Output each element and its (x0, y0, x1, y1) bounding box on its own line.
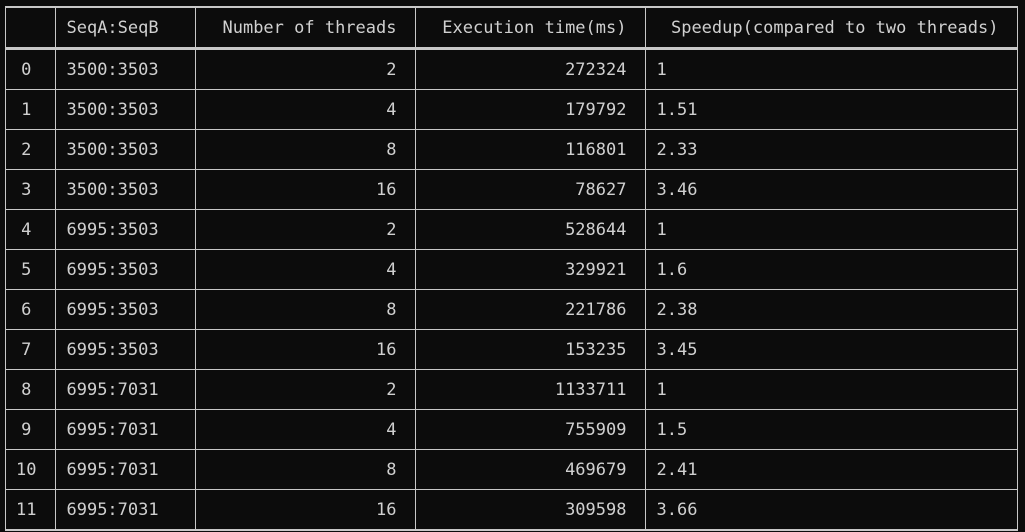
cell-speedup: 1.6 (645, 249, 1019, 290)
cell-execution-time: 272324 (415, 48, 647, 90)
cell-execution-time: 469679 (415, 449, 647, 490)
header-execution-time: Execution time(ms) (415, 6, 647, 50)
table-body: 0 3500:3503 2 272324 1 1 3500:3503 4 179792 1.51 2… (4, 48, 1019, 531)
cell-speedup: 2.38 (645, 289, 1019, 330)
cell-seqa-seqb: 6995:7031 (55, 369, 197, 410)
cell-threads: 2 (195, 369, 417, 410)
cell-threads: 8 (195, 449, 417, 490)
table-row: 11 6995:7031 16 309598 3.66 (4, 489, 1019, 531)
cell-execution-time: 309598 (415, 489, 647, 531)
cell-index: 5 (4, 249, 57, 290)
cell-seqa-seqb: 6995:3503 (55, 209, 197, 250)
table-row: 5 6995:3503 4 329921 1.6 (4, 249, 1019, 290)
results-table: SeqA:SeqB Number of threads Execution ti… (4, 6, 1019, 531)
cell-seqa-seqb: 6995:7031 (55, 489, 197, 531)
header-seqa-seqb: SeqA:SeqB (55, 6, 197, 50)
cell-threads: 16 (195, 329, 417, 370)
cell-threads: 16 (195, 169, 417, 210)
table-row: 6 6995:3503 8 221786 2.38 (4, 289, 1019, 330)
cell-execution-time: 179792 (415, 89, 647, 130)
header-speedup: Speedup(compared to two threads) (645, 6, 1019, 50)
cell-index: 1 (4, 89, 57, 130)
cell-speedup: 2.41 (645, 449, 1019, 490)
table-row: 9 6995:7031 4 755909 1.5 (4, 409, 1019, 450)
cell-threads: 2 (195, 48, 417, 90)
cell-threads: 4 (195, 249, 417, 290)
cell-speedup: 3.45 (645, 329, 1019, 370)
table-header: SeqA:SeqB Number of threads Execution ti… (4, 6, 1019, 50)
header-number-of-threads: Number of threads (195, 6, 417, 50)
cell-speedup: 3.46 (645, 169, 1019, 210)
table-row: 1 3500:3503 4 179792 1.51 (4, 89, 1019, 130)
cell-index: 2 (4, 129, 57, 170)
cell-speedup: 2.33 (645, 129, 1019, 170)
cell-execution-time: 528644 (415, 209, 647, 250)
cell-index: 10 (4, 449, 57, 490)
cell-seqa-seqb: 3500:3503 (55, 89, 197, 130)
cell-execution-time: 221786 (415, 289, 647, 330)
cell-seqa-seqb: 3500:3503 (55, 48, 197, 90)
table-row: 4 6995:3503 2 528644 1 (4, 209, 1019, 250)
cell-seqa-seqb: 6995:3503 (55, 289, 197, 330)
cell-threads: 4 (195, 409, 417, 450)
cell-index: 9 (4, 409, 57, 450)
table-row: 10 6995:7031 8 469679 2.41 (4, 449, 1019, 490)
cell-execution-time: 329921 (415, 249, 647, 290)
terminal-window: SeqA:SeqB Number of threads Execution ti… (0, 0, 1025, 532)
cell-execution-time: 153235 (415, 329, 647, 370)
cell-index: 7 (4, 329, 57, 370)
header-index (4, 6, 57, 50)
cell-seqa-seqb: 3500:3503 (55, 129, 197, 170)
cell-threads: 4 (195, 89, 417, 130)
cell-threads: 8 (195, 289, 417, 330)
cell-index: 3 (4, 169, 57, 210)
cell-threads: 8 (195, 129, 417, 170)
cell-index: 0 (4, 48, 57, 90)
cell-execution-time: 78627 (415, 169, 647, 210)
header-row: SeqA:SeqB Number of threads Execution ti… (4, 6, 1019, 50)
cell-execution-time: 1133711 (415, 369, 647, 410)
cell-index: 4 (4, 209, 57, 250)
cell-seqa-seqb: 6995:3503 (55, 249, 197, 290)
cell-speedup: 1.51 (645, 89, 1019, 130)
cell-speedup: 1 (645, 369, 1019, 410)
cell-speedup: 1 (645, 48, 1019, 90)
table-row: 3 3500:3503 16 78627 3.46 (4, 169, 1019, 210)
cell-speedup: 1 (645, 209, 1019, 250)
cell-index: 11 (4, 489, 57, 531)
cell-speedup: 1.5 (645, 409, 1019, 450)
cell-execution-time: 116801 (415, 129, 647, 170)
cell-seqa-seqb: 6995:7031 (55, 449, 197, 490)
cell-seqa-seqb: 6995:7031 (55, 409, 197, 450)
table-row: 8 6995:7031 2 1133711 1 (4, 369, 1019, 410)
cell-seqa-seqb: 3500:3503 (55, 169, 197, 210)
table-row: 0 3500:3503 2 272324 1 (4, 48, 1019, 90)
cell-index: 6 (4, 289, 57, 330)
table-row: 7 6995:3503 16 153235 3.45 (4, 329, 1019, 370)
cell-threads: 16 (195, 489, 417, 531)
cell-index: 8 (4, 369, 57, 410)
cell-threads: 2 (195, 209, 417, 250)
cell-speedup: 3.66 (645, 489, 1019, 531)
cell-seqa-seqb: 6995:3503 (55, 329, 197, 370)
cell-execution-time: 755909 (415, 409, 647, 450)
table-row: 2 3500:3503 8 116801 2.33 (4, 129, 1019, 170)
